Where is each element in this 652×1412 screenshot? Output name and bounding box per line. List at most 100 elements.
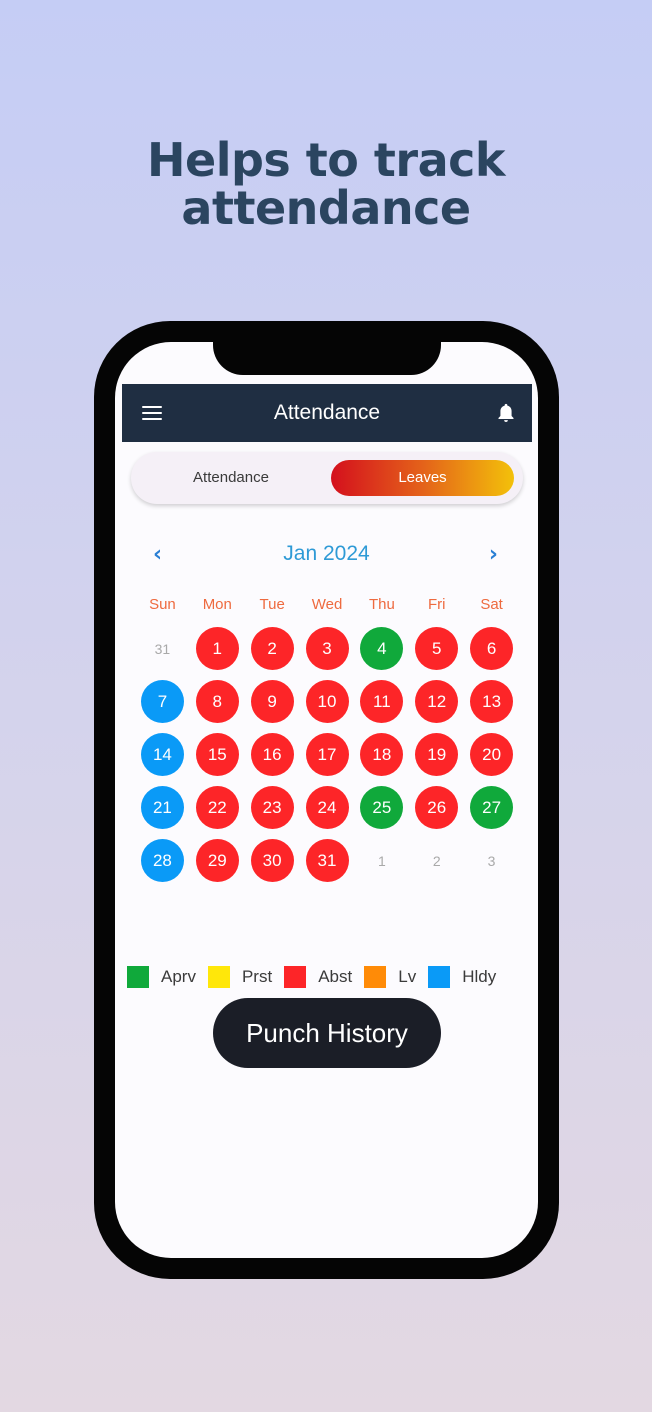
- calendar-cell: 22: [190, 786, 245, 829]
- calendar-day[interactable]: 21: [140, 786, 184, 829]
- calendar-cell: 2: [409, 839, 464, 882]
- weekday-header: Sun Mon Tue Wed Thu Fri Sat: [135, 596, 519, 613]
- calendar-cell: 28: [135, 839, 190, 882]
- calendar-day[interactable]: 25: [360, 786, 404, 829]
- calendar-day[interactable]: 24: [305, 786, 349, 829]
- calendar-day[interactable]: 27: [470, 786, 514, 829]
- calendar-day[interactable]: 19: [415, 733, 459, 776]
- calendar-day[interactable]: 7: [140, 680, 184, 723]
- weekday-label: Sat: [480, 596, 503, 613]
- month-navigator: Jan 2024 ‹ ›: [115, 538, 538, 574]
- calendar-day[interactable]: 10: [305, 680, 349, 723]
- calendar-day[interactable]: 15: [195, 733, 239, 776]
- calendar-cell: 3: [300, 627, 355, 670]
- legend-item-aprv: Aprv: [127, 966, 196, 988]
- calendar-day[interactable]: 31: [305, 839, 349, 882]
- calendar-day[interactable]: 8: [195, 680, 239, 723]
- legend-item-abst: Abst: [284, 966, 352, 988]
- calendar-cell: 24: [300, 786, 355, 829]
- headline: Helps to track attendance: [0, 136, 652, 232]
- calendar-day[interactable]: 22: [195, 786, 239, 829]
- weekday-label: Thu: [368, 596, 395, 613]
- legend-swatch: [207, 966, 230, 988]
- calendar-day[interactable]: 14: [140, 733, 184, 776]
- calendar-day[interactable]: 18: [360, 733, 404, 776]
- calendar-day[interactable]: 31: [141, 627, 184, 670]
- calendar-cell: 2: [245, 627, 300, 670]
- legend-item-hldy: Hldy: [428, 966, 496, 988]
- calendar-cell: 29: [190, 839, 245, 882]
- calendar-cell: 8: [190, 680, 245, 723]
- app-bar: Attendance: [122, 384, 532, 442]
- calendar-day[interactable]: 5: [415, 627, 459, 670]
- calendar-cell: 20: [464, 733, 519, 776]
- legend-swatch: [284, 966, 307, 988]
- calendar-cell: 23: [245, 786, 300, 829]
- phone-notch: [213, 342, 441, 375]
- bell-icon[interactable]: [496, 402, 516, 424]
- legend-swatch: [127, 966, 149, 988]
- calendar-week-row: 31 1 2 3 4 5 6: [135, 622, 519, 675]
- punch-history-button[interactable]: Punch History: [213, 998, 441, 1068]
- calendar-cell: 14: [135, 733, 190, 776]
- calendar-cell: 21: [135, 786, 190, 829]
- legend-swatch: [428, 966, 451, 988]
- month-label: Jan 2024: [283, 542, 370, 565]
- calendar-day[interactable]: 26: [415, 786, 459, 829]
- calendar-week-row: 21 22 23 24 25 26 27: [135, 781, 519, 834]
- calendar-day[interactable]: 28: [140, 839, 184, 882]
- calendar-day[interactable]: 12: [415, 680, 459, 723]
- toggle-attendance[interactable]: Attendance: [141, 460, 321, 496]
- phone-frame: Attendance Attendance Leaves Jan 2024 ‹ …: [94, 321, 559, 1279]
- calendar-cell: 19: [409, 733, 464, 776]
- calendar-day[interactable]: 16: [250, 733, 294, 776]
- calendar-cell: 16: [245, 733, 300, 776]
- legend-label: Lv: [398, 967, 417, 986]
- calendar-day[interactable]: 1: [195, 627, 239, 670]
- calendar-day[interactable]: 20: [470, 733, 514, 776]
- headline-line-2: attendance: [181, 181, 471, 235]
- legend-swatch: [364, 966, 387, 988]
- calendar-day[interactable]: 29: [195, 839, 239, 882]
- calendar-cell: 7: [135, 680, 190, 723]
- calendar-cell: 31: [135, 627, 190, 670]
- legend-item-prst: Prst: [207, 966, 273, 988]
- calendar-day[interactable]: 30: [250, 839, 294, 882]
- calendar-cell: 25: [354, 786, 409, 829]
- calendar-day[interactable]: 2: [250, 627, 294, 670]
- calendar-cell: 11: [354, 680, 409, 723]
- legend-label: Aprv: [161, 967, 196, 986]
- calendar-day[interactable]: 3: [305, 627, 349, 670]
- calendar-day[interactable]: 13: [470, 680, 514, 723]
- calendar-week-row: 7 8 9 10 11 12 13: [135, 675, 519, 728]
- calendar-day[interactable]: 23: [250, 786, 294, 829]
- legend-label: Abst: [318, 967, 353, 986]
- calendar-cell: 13: [464, 680, 519, 723]
- calendar-day[interactable]: 4: [360, 627, 404, 670]
- chevron-left-icon[interactable]: ‹: [153, 542, 162, 567]
- calendar-cell: 31: [300, 839, 355, 882]
- calendar-cell: 3: [464, 839, 519, 882]
- calendar-cell: 17: [300, 733, 355, 776]
- calendar-day[interactable]: 3: [470, 839, 513, 882]
- calendar-day[interactable]: 2: [415, 839, 458, 882]
- calendar-day[interactable]: 11: [360, 680, 404, 723]
- calendar-day[interactable]: 9: [250, 680, 294, 723]
- app-bar-title: Attendance: [273, 401, 381, 424]
- calendar-cell: 6: [464, 627, 519, 670]
- calendar-cell: 15: [190, 733, 245, 776]
- calendar-day[interactable]: 6: [470, 627, 514, 670]
- toggle-leaves[interactable]: Leaves: [331, 460, 514, 496]
- legend-label: Hldy: [462, 967, 497, 986]
- calendar-cell: 9: [245, 680, 300, 723]
- hamburger-menu-icon[interactable]: [142, 406, 162, 420]
- attendance-leaves-toggle: Attendance Leaves: [131, 452, 523, 504]
- chevron-right-icon[interactable]: ›: [489, 542, 498, 567]
- calendar-day[interactable]: 1: [360, 839, 403, 882]
- calendar-cell: 12: [409, 680, 464, 723]
- calendar-cell: 10: [300, 680, 355, 723]
- calendar-day[interactable]: 17: [305, 733, 349, 776]
- calendar-cell: 30: [245, 839, 300, 882]
- calendar-week-row: 28 29 30 31 1 2 3: [135, 834, 519, 887]
- legend-label: Prst: [241, 967, 273, 986]
